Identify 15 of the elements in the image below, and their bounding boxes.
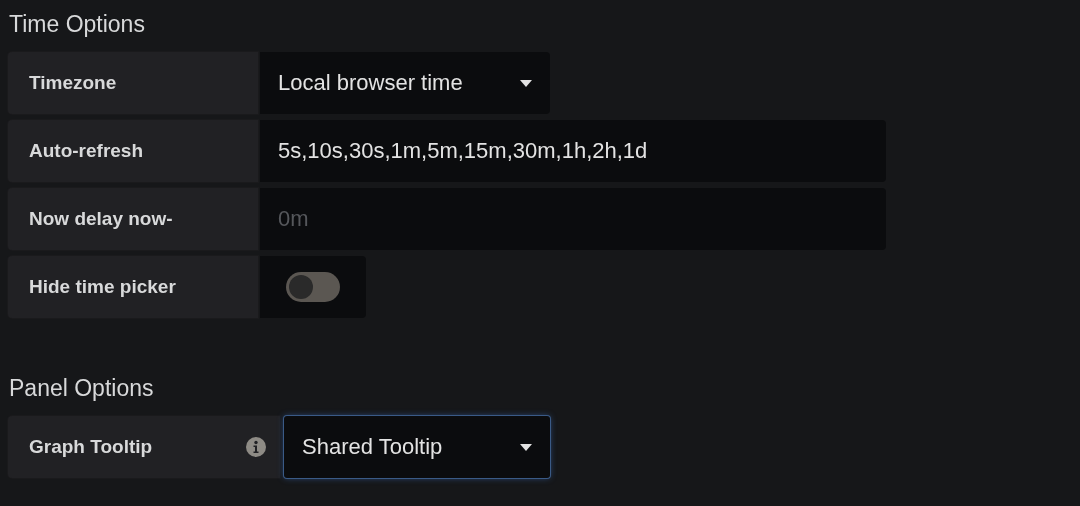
field-label: Graph Tooltip	[29, 436, 153, 458]
input-field[interactable]: 0m	[260, 188, 886, 250]
caret-icon	[520, 79, 532, 87]
dropdown[interactable]: Local browser time	[260, 52, 550, 114]
field-label: Hide time picker	[29, 276, 176, 298]
field-label: Timezone	[29, 72, 117, 94]
field-label: Now delay now-	[29, 208, 173, 230]
input-field[interactable]: 5s,10s,30s,1m,5m,15m,30m,1h,2h,1d	[260, 120, 886, 182]
section-heading: Time Options	[9, 10, 146, 38]
section-heading: Panel Options	[9, 374, 155, 402]
dropdown[interactable]: Shared Tooltip	[284, 416, 550, 478]
caret-icon	[520, 443, 532, 451]
toggle-switch[interactable]	[286, 272, 340, 302]
info-icon[interactable]	[246, 437, 266, 457]
field-label: Auto-refresh	[29, 140, 143, 162]
